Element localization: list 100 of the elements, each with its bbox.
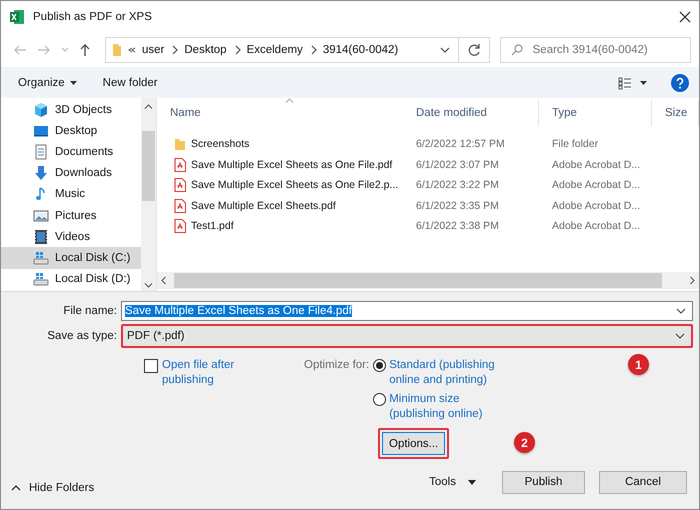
tools-label: Tools	[429, 476, 456, 488]
hide-folders-button[interactable]: Hide Folders	[11, 482, 94, 494]
column-header[interactable]: Type	[539, 100, 652, 126]
scroll-down-icon[interactable]	[144, 283, 153, 288]
sidebar-item[interactable]: Local Disk (C:)	[1, 247, 141, 268]
download-icon	[33, 165, 49, 182]
radio-button[interactable]	[373, 359, 386, 372]
help-icon[interactable]	[671, 74, 689, 92]
search-icon	[510, 44, 523, 56]
column-header[interactable]: Size	[652, 100, 699, 126]
search-field[interactable]: Search 3914(60-0042)	[500, 37, 691, 63]
sidebar-item[interactable]: Pictures	[1, 204, 141, 226]
file-name-text: Screenshots	[191, 138, 250, 150]
horizontal-scrollbar[interactable]	[157, 272, 699, 289]
cube-icon	[33, 102, 49, 118]
breadcrumb[interactable]: Desktop	[184, 44, 227, 56]
sidebar-item[interactable]: 3D Objects	[1, 99, 141, 120]
scrollbar-thumb[interactable]	[174, 273, 662, 288]
sort-ascending-icon	[285, 98, 294, 103]
chevron-right-icon	[308, 44, 317, 56]
file-name-text: Test1.pdf	[191, 220, 234, 232]
dialog-button[interactable]: Publish	[502, 470, 585, 494]
file-name[interactable]: Save Multiple Excel Sheets as One File2.p...	[157, 178, 403, 192]
sidebar-item-label: Videos	[55, 230, 90, 243]
save-as-type-value: PDF (*.pdf)	[127, 330, 185, 342]
type-cell-text: Adobe Acrobat D...	[551, 179, 642, 192]
scroll-left-icon[interactable]	[161, 276, 166, 285]
address-bar[interactable]: user Desktop Exceldemy 3914(60-0042)	[105, 37, 490, 63]
optimize-option[interactable]: Standard (publishing online and printing)	[373, 358, 502, 388]
video-icon	[33, 228, 49, 245]
radio-label: Minimum size (publishing online)	[389, 392, 484, 422]
sidebar-item[interactable]: Documents	[1, 141, 141, 163]
sidebar-item[interactable]: Desktop	[1, 120, 141, 142]
checkbox-label: Open file after publishing	[162, 358, 236, 388]
sidebar-item-label: Downloads	[55, 167, 112, 180]
options-button[interactable]: Options...	[382, 432, 446, 455]
dropdown-caret-icon[interactable]	[440, 47, 450, 53]
file-name-text: Save Multiple Excel Sheets as One File2.p...	[191, 179, 398, 192]
sidebar-item[interactable]: Downloads	[1, 162, 141, 184]
details-view-icon[interactable]	[618, 76, 632, 90]
drive-icon	[33, 250, 49, 266]
scroll-right-icon[interactable]	[690, 276, 695, 285]
file-name-field[interactable]: Save Multiple Excel Sheets as One File4.pdf	[121, 301, 693, 321]
close-icon[interactable]	[679, 11, 691, 23]
vertical-scrollbar[interactable]	[141, 98, 156, 291]
sidebar-item-label: Local Disk (C:)	[55, 252, 130, 264]
organize-label: Organize	[18, 76, 65, 88]
callout-badge: 1	[628, 354, 649, 375]
caret-down-icon[interactable]	[640, 80, 647, 84]
sidebar-item-label: Pictures	[55, 210, 97, 222]
dropdown-caret-icon	[676, 308, 686, 314]
optimize-option[interactable]: Minimum size (publishing online)	[373, 392, 502, 422]
pdf-file-icon	[174, 158, 186, 172]
type-cell-text: Adobe Acrobat D...	[551, 220, 642, 232]
caret-down-icon	[468, 480, 476, 484]
radio-button[interactable]	[373, 393, 386, 406]
new-folder-button[interactable]: New folder	[102, 76, 158, 88]
sidebar-item-label: Documents	[55, 146, 114, 158]
sidebar-item[interactable]: Music	[1, 184, 141, 205]
chevron-right-icon	[232, 44, 241, 56]
caret-down-icon	[70, 80, 77, 84]
chevron-up-icon	[11, 485, 21, 491]
sidebar-item-label: Local Disk (D:)	[55, 273, 130, 286]
open-after-checkbox[interactable]: Open file after publishing	[144, 358, 254, 422]
up-arrow-icon[interactable]	[79, 43, 91, 57]
picture-icon	[33, 208, 49, 224]
pdf-file-icon	[174, 219, 186, 234]
file-name-text: Save Multiple Excel Sheets as One File.pdf	[191, 158, 392, 171]
file-name[interactable]: Save Multiple Excel Sheets.pdf	[157, 198, 403, 213]
scroll-up-icon[interactable]	[144, 104, 153, 109]
file-name[interactable]: Test1.pdf	[157, 219, 403, 234]
file-name-value: Save Multiple Excel Sheets as One File4.pdf	[125, 305, 352, 317]
sidebar-item[interactable]: Local Disk (D:)	[1, 268, 141, 290]
breadcrumb[interactable]: Exceldemy	[246, 44, 303, 56]
file-name-text: Save Multiple Excel Sheets.pdf	[191, 200, 336, 212]
checkbox[interactable]	[144, 359, 158, 373]
breadcrumb[interactable]: user	[142, 44, 164, 56]
file-name[interactable]: Screenshots	[157, 137, 403, 152]
overflow-chevrons-icon[interactable]	[128, 46, 136, 54]
organize-menu[interactable]: Organize	[18, 76, 77, 88]
dropdown-caret-icon	[675, 333, 685, 339]
sidebar-item-label: 3D Objects	[55, 104, 112, 116]
date-cell-text: 6/1/2022 3:35 PM	[415, 200, 500, 212]
breadcrumb[interactable]: 3914(60-0042)	[322, 44, 398, 56]
search-placeholder: Search 3914(60-0042)	[532, 44, 648, 56]
scrollbar-thumb[interactable]	[142, 131, 155, 201]
refresh-icon[interactable]	[466, 43, 481, 57]
sidebar-item[interactable]: Videos	[1, 226, 141, 248]
chevron-right-icon	[170, 44, 178, 56]
dialog-button[interactable]: Cancel	[599, 470, 687, 494]
save-as-type-dropdown[interactable]: PDF (*.pdf)	[121, 324, 693, 348]
window-title: Publish as PDF or XPS	[33, 11, 153, 23]
file-name[interactable]: Save Multiple Excel Sheets as One File.pdf	[157, 158, 403, 172]
drive-icon	[33, 271, 49, 288]
save-as-type-label: Save as type:	[46, 330, 117, 342]
spreadsheet-app-icon	[9, 9, 25, 25]
optimize-label: Optimize for:	[304, 358, 370, 373]
column-header[interactable]: Name	[157, 100, 403, 126]
tools-menu[interactable]: Tools	[429, 476, 476, 488]
column-header[interactable]: Date modified	[403, 100, 539, 126]
